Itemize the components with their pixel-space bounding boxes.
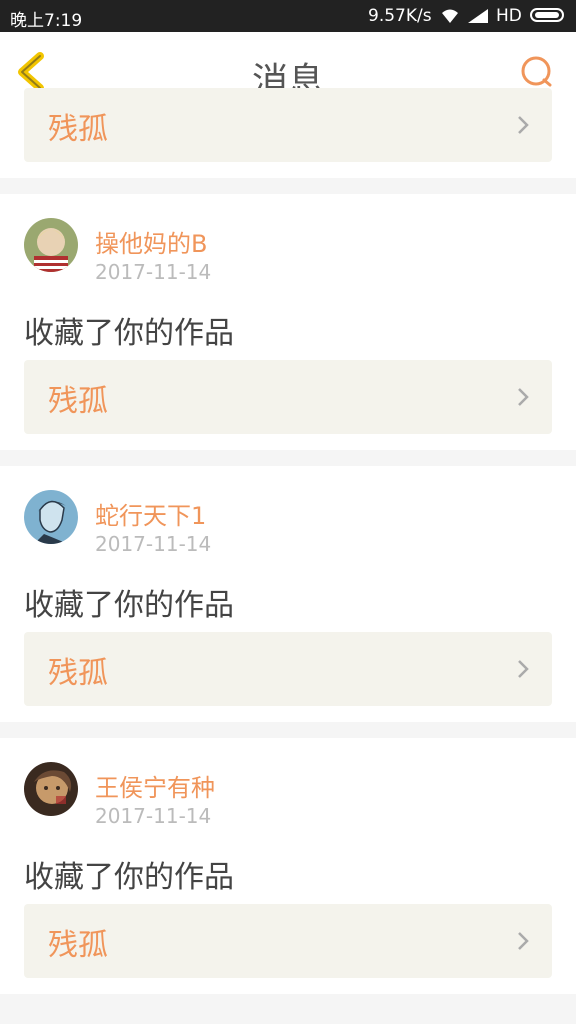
work-card[interactable]: 残孤 — [24, 360, 552, 434]
message-action-text: 收藏了你的作品 — [24, 860, 234, 895]
message-date: 2017-11-14 — [95, 260, 212, 284]
status-time: 晚上7:19 — [10, 11, 83, 31]
battery-icon — [530, 8, 564, 22]
wifi-icon — [438, 7, 462, 30]
work-title: 残孤 — [48, 928, 108, 963]
chevron-right-icon — [518, 660, 529, 678]
status-network-type: HD — [496, 6, 522, 26]
avatar[interactable] — [24, 490, 78, 544]
message-item: 操他妈的B 2017-11-14 收藏了你的作品 残孤 — [0, 194, 576, 450]
status-net-speed: 9.57K/s — [368, 6, 432, 26]
avatar[interactable] — [24, 218, 78, 272]
username[interactable]: 蛇行天下1 — [95, 496, 206, 531]
message-item: 王侯宁有种 2017-11-14 收藏了你的作品 残孤 — [0, 738, 576, 994]
chevron-right-icon — [518, 932, 529, 950]
message-item: 蛇行天下1 2017-11-14 收藏了你的作品 残孤 — [0, 466, 576, 722]
message-action-text: 收藏了你的作品 — [24, 588, 234, 623]
status-bar: 晚上7:19 9.57K/s HD — [0, 0, 576, 32]
work-title: 残孤 — [48, 112, 108, 147]
search-icon — [521, 56, 552, 87]
work-card[interactable]: 残孤 — [24, 632, 552, 706]
chevron-right-icon — [518, 116, 529, 134]
signal-icon — [468, 8, 488, 28]
message-action-text: 收藏了你的作品 — [24, 316, 234, 351]
username[interactable]: 操他妈的B — [95, 224, 207, 259]
chevron-right-icon — [518, 388, 529, 406]
search-button[interactable] — [518, 54, 554, 90]
avatar[interactable] — [24, 762, 78, 816]
work-title: 残孤 — [48, 384, 108, 419]
message-date: 2017-11-14 — [95, 804, 212, 828]
work-card[interactable]: 残孤 — [24, 88, 552, 162]
message-date: 2017-11-14 — [95, 532, 212, 556]
work-title: 残孤 — [48, 656, 108, 691]
username[interactable]: 王侯宁有种 — [95, 768, 215, 803]
work-card[interactable]: 残孤 — [24, 904, 552, 978]
message-item-partial: 残孤 — [0, 88, 576, 178]
